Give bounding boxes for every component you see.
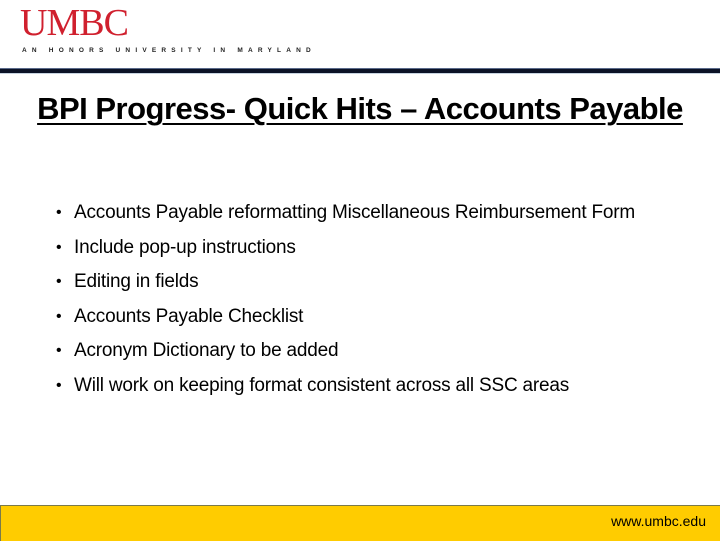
slide-title: BPI Progress- Quick Hits – Accounts Paya… (37, 91, 683, 126)
bullet-item: • Will work on keeping format consistent … (56, 374, 696, 398)
bullet-text: Include pop-up instructions (74, 236, 296, 258)
bullet-text: Will work on keeping format consistent a… (74, 374, 570, 396)
bullet-item: • Accounts Payable Checklist (56, 305, 696, 329)
bullet-dot-icon: • (56, 307, 62, 325)
bullet-list: • Accounts Payable reformatting Miscellan… (56, 201, 696, 408)
bullet-item: • Accounts Payable reformatting Miscellan… (56, 201, 696, 225)
bullet-text: Accounts Payable Checklist (74, 305, 304, 327)
bullet-item: • Acronym Dictionary to be added (56, 339, 696, 363)
bullet-text: Editing in fields (74, 271, 199, 292)
bullet-dot-icon: • (56, 273, 62, 290)
bullet-item: • Include pop-up instructions (56, 236, 696, 260)
bullet-text: Acronym Dictionary to be added (74, 340, 339, 361)
bullet-dot-icon: • (56, 238, 62, 256)
umbc-logo: UMBC (20, 2, 129, 44)
bullet-dot-icon: • (56, 342, 62, 359)
bullet-dot-icon: • (56, 376, 62, 394)
bullet-item: • Editing in fields (56, 270, 696, 294)
header-divider (0, 68, 720, 74)
footer-bar: www.umbc.edu (0, 505, 720, 541)
bullet-text: Accounts Payable reformatting Miscellane… (74, 202, 636, 223)
bullet-dot-icon: • (56, 204, 62, 221)
footer-url-link[interactable]: www.umbc.edu (611, 513, 706, 529)
logo-tagline: AN HONORS UNIVERSITY IN MARYLAND (22, 47, 316, 54)
logo-wordmark: UMBC (20, 2, 129, 44)
